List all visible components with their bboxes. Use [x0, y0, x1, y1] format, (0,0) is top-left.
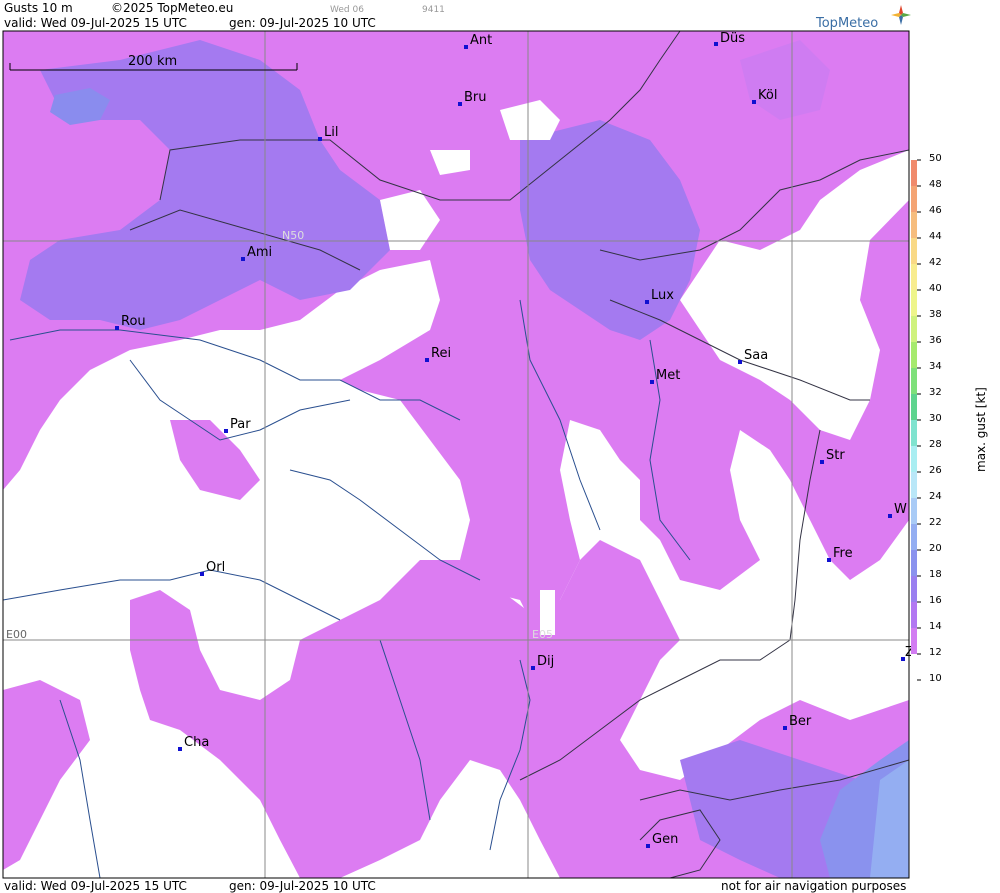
- legend-swatch: [911, 550, 917, 576]
- footer-valid-time: valid: Wed 09-Jul-2025 15 UTC: [4, 879, 187, 893]
- city-marker: [888, 514, 892, 518]
- disclaimer: not for air navigation purposes: [721, 879, 907, 893]
- city-label: Fre: [833, 546, 853, 561]
- lon-label-e00: E00: [6, 628, 27, 641]
- legend-tick-label: 24: [929, 491, 942, 502]
- city-marker: [115, 326, 119, 330]
- legend-tick-label: 12: [929, 647, 942, 658]
- compass-logo-icon: [891, 5, 911, 25]
- city-marker: [531, 666, 535, 670]
- legend-tick-label: 14: [929, 621, 942, 632]
- valid-time: valid: Wed 09-Jul-2025 15 UTC: [4, 16, 187, 30]
- brand-name: TopMeteo: [816, 16, 879, 31]
- legend-tick-label: 10: [929, 673, 942, 684]
- city-marker: [224, 429, 228, 433]
- legend-tick-label: 28: [929, 439, 942, 450]
- legend-tick-label: 36: [929, 335, 942, 346]
- legend-swatch: [911, 342, 917, 368]
- city-label: Par: [230, 417, 251, 432]
- legend-tick-label: 44: [929, 231, 942, 242]
- legend-swatch: [911, 602, 917, 628]
- product-title: Gusts 10 m: [4, 1, 73, 15]
- city-label: Bru: [464, 90, 487, 105]
- city-marker: [646, 844, 650, 848]
- city-marker: [752, 100, 756, 104]
- city-label: Ami: [247, 245, 272, 260]
- city-label: Saa: [744, 348, 768, 363]
- legend-title: max. gust [kt]: [974, 387, 988, 472]
- faint-code: 9411: [422, 5, 445, 15]
- city-marker: [783, 726, 787, 730]
- legend-swatch: [911, 160, 917, 186]
- legend-tick-label: 50: [929, 153, 942, 164]
- city-label: Rou: [121, 314, 146, 329]
- legend-tick-label: 32: [929, 387, 942, 398]
- city-marker: [714, 42, 718, 46]
- legend-swatch: [911, 498, 917, 524]
- legend-swatch: [911, 654, 917, 680]
- faint-date: Wed 06: [330, 5, 364, 15]
- legend-tick-label: 48: [929, 179, 942, 190]
- lon-label-e05: E05: [532, 628, 553, 641]
- city-marker: [464, 45, 468, 49]
- city-marker: [820, 460, 824, 464]
- city-marker: [645, 300, 649, 304]
- city-label: Lux: [651, 288, 674, 303]
- city-label: Lil: [324, 125, 338, 140]
- city-label: Ber: [789, 714, 812, 729]
- legend-swatch: [911, 472, 917, 498]
- legend-tick-label: 30: [929, 413, 942, 424]
- city-marker: [650, 380, 654, 384]
- scale-label: 200 km: [128, 54, 177, 69]
- city-marker: [200, 572, 204, 576]
- legend-swatch: [911, 368, 917, 394]
- legend-swatch: [911, 628, 917, 654]
- city-marker: [178, 747, 182, 751]
- city-label: Cha: [184, 735, 209, 750]
- legend-swatch: [911, 394, 917, 420]
- copyright-text: ©2025 TopMeteo.eu: [111, 1, 234, 15]
- city-label: Str: [826, 448, 845, 463]
- legend-swatch: [911, 446, 917, 472]
- legend-tick-label: 42: [929, 257, 942, 268]
- legend-swatch: [911, 524, 917, 550]
- city-marker: [318, 137, 322, 141]
- city-label: Ant: [470, 33, 492, 48]
- city-marker: [738, 360, 742, 364]
- legend-tick-label: 40: [929, 283, 942, 294]
- city-marker: [458, 102, 462, 106]
- legend-tick-label: 16: [929, 595, 942, 606]
- lat-label-n50: N50: [282, 229, 304, 242]
- legend-tick-label: 26: [929, 465, 942, 476]
- generated-time: gen: 09-Jul-2025 10 UTC: [229, 16, 376, 30]
- city-label: Gen: [652, 832, 678, 847]
- city-label: Met: [656, 368, 680, 383]
- legend-tick-label: 46: [929, 205, 942, 216]
- legend-tick-label: 38: [929, 309, 942, 320]
- legend-swatch: [911, 264, 917, 290]
- legend-tick-label: 18: [929, 569, 942, 580]
- weather-map: N50 E00 E05 200 km Ant Düs Köl Bru Lil Ami Rou…: [2, 30, 914, 879]
- legend-swatch: [911, 290, 917, 316]
- city-label: Orl: [206, 560, 225, 575]
- city-label: Rei: [431, 346, 451, 361]
- legend-swatch: [911, 576, 917, 602]
- city-marker: [827, 558, 831, 562]
- legend-swatch: [911, 316, 917, 342]
- legend-swatch: [911, 212, 917, 238]
- footer-generated-time: gen: 09-Jul-2025 10 UTC: [229, 879, 376, 893]
- city-label: Düs: [720, 31, 745, 46]
- legend-tick-label: 22: [929, 517, 942, 528]
- legend-swatch: [911, 238, 917, 264]
- legend-tick-label: 34: [929, 361, 942, 372]
- city-marker: [241, 257, 245, 261]
- city-label: Dij: [537, 654, 554, 669]
- legend-tick-label: 20: [929, 543, 942, 554]
- legend-swatch: [911, 420, 917, 446]
- city-label: Köl: [758, 88, 777, 103]
- legend-swatch: [911, 186, 917, 212]
- city-marker: [425, 358, 429, 362]
